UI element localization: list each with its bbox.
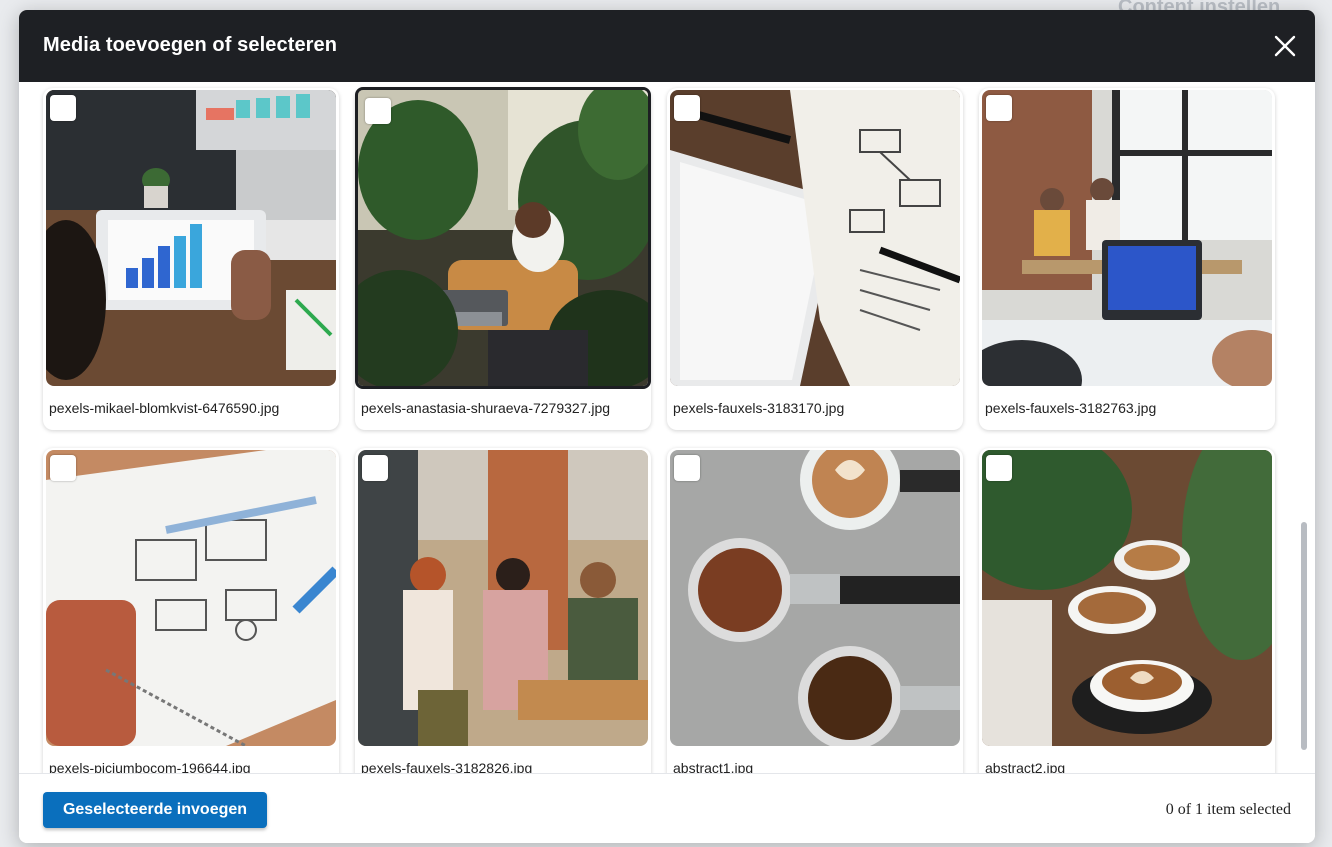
media-thumbnail[interactable] xyxy=(670,90,960,386)
modal-header: Media toevoegen of selecteren xyxy=(19,10,1315,82)
close-icon xyxy=(1274,35,1296,57)
media-thumbnail[interactable] xyxy=(982,450,1272,746)
media-thumbnail[interactable] xyxy=(982,90,1272,386)
media-filename: pexels-mikael-blomkvist-6476590.jpg xyxy=(49,400,280,416)
selection-status: 0 of 1 item selected xyxy=(1165,801,1291,818)
media-filename: pexels-anastasia-shuraeva-7279327.jpg xyxy=(361,400,611,416)
modal-title: Media toevoegen of selecteren xyxy=(43,34,338,56)
media-modal: Media toevoegen of selecteren pexels-mik… xyxy=(19,10,1315,843)
select-checkbox[interactable] xyxy=(50,95,76,121)
media-card[interactable]: pexels-fauxels-3182826.jpg xyxy=(355,448,651,773)
media-thumbnail[interactable] xyxy=(355,87,651,389)
select-checkbox[interactable] xyxy=(986,95,1012,121)
select-checkbox[interactable] xyxy=(50,455,76,481)
media-thumbnail[interactable] xyxy=(46,90,336,386)
media-filename: abstract1.jpg xyxy=(673,760,754,773)
select-checkbox[interactable] xyxy=(674,95,700,121)
media-card[interactable]: abstract1.jpg xyxy=(667,448,963,773)
media-card[interactable]: pexels-anastasia-shuraeva-7279327.jpg xyxy=(355,87,651,430)
media-card[interactable]: pexels-mikael-blomkvist-6476590.jpg xyxy=(43,88,339,430)
media-thumbnail[interactable] xyxy=(46,450,336,746)
select-checkbox[interactable] xyxy=(674,455,700,481)
media-card[interactable]: pexels-picjumbocom-196644.jpg xyxy=(43,448,339,773)
modal-footer: Geselecteerde invoegen 0 of 1 item selec… xyxy=(19,773,1315,843)
media-thumbnail[interactable] xyxy=(670,450,960,746)
media-filename: pexels-fauxels-3182763.jpg xyxy=(985,400,1157,416)
media-card[interactable]: abstract2.jpg xyxy=(979,448,1275,773)
select-checkbox[interactable] xyxy=(362,455,388,481)
media-card[interactable]: pexels-fauxels-3182763.jpg xyxy=(979,88,1275,430)
media-grid-container: pexels-mikael-blomkvist-6476590.jpg pexe… xyxy=(19,82,1315,773)
media-filename: pexels-fauxels-3183170.jpg xyxy=(673,400,845,416)
media-thumbnail[interactable] xyxy=(358,450,648,746)
media-filename: pexels-fauxels-3182826.jpg xyxy=(361,760,533,773)
select-checkbox[interactable] xyxy=(986,455,1012,481)
media-filename: pexels-picjumbocom-196644.jpg xyxy=(49,760,251,773)
close-button[interactable] xyxy=(1269,30,1301,62)
insert-selected-button[interactable]: Geselecteerde invoegen xyxy=(43,792,267,828)
scrollbar-thumb[interactable] xyxy=(1301,522,1307,750)
select-checkbox[interactable] xyxy=(365,98,391,124)
media-card[interactable]: pexels-fauxels-3183170.jpg xyxy=(667,88,963,430)
media-filename: abstract2.jpg xyxy=(985,760,1066,773)
